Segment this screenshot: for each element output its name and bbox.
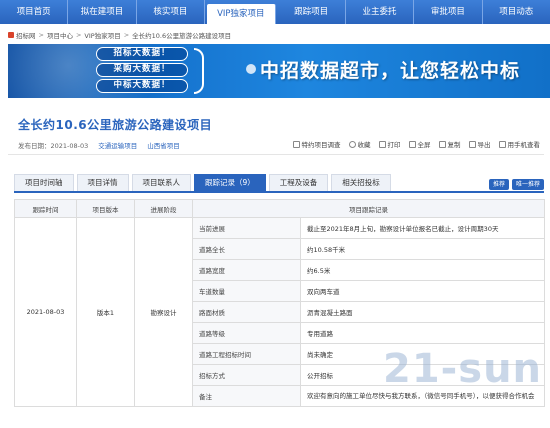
tab-contacts[interactable]: 项目联系人	[131, 174, 191, 191]
star-icon	[348, 140, 356, 148]
field-value: 欢迎有意向的施工单位尽快与我方联系，（微信号同手机号），以便获得合作机会	[300, 385, 545, 407]
unique-recommend-button[interactable]: 唯一推荐	[511, 179, 544, 190]
action-bar: 特约项目调查 收藏 打印 全屏 复制 导出 用手机查看	[292, 139, 541, 149]
breadcrumb-separator: >	[38, 31, 44, 39]
nav-item-tracking[interactable]: 跟踪项目	[278, 0, 346, 24]
phone-icon	[498, 140, 506, 148]
field-label: 道路全长	[192, 238, 301, 260]
action-label: 导出	[477, 141, 491, 149]
field-label: 道路等级	[192, 322, 301, 344]
banner-dot	[246, 64, 256, 74]
ad-banner[interactable]: 招标大数据！ 采购大数据！ 中标大数据！ 中招数据超市，让您轻松中标	[8, 44, 550, 98]
field-label: 道路工程招标时间	[192, 343, 301, 365]
breadcrumb-link-vip[interactable]: VIP独家项目	[84, 30, 120, 40]
field-value: 约10.58千米	[300, 238, 545, 260]
nav-item-vip[interactable]: VIP独家项目	[207, 4, 276, 24]
publish-date-value: 2021-08-03	[50, 142, 89, 150]
field-value: 公开招标	[300, 364, 545, 386]
breadcrumb: 招标网 > 项目中心 > VIP独家项目 > 全长约10.6公里旅游公路建设项目	[8, 30, 231, 40]
field-label: 备注	[192, 385, 301, 407]
field-value: 专用道路	[300, 322, 545, 344]
export-icon	[468, 140, 476, 148]
column-header: 跟踪时间	[14, 199, 77, 218]
column-header: 项目版本	[76, 199, 135, 218]
action-label: 打印	[387, 141, 401, 149]
tab-related-bids[interactable]: 相关招投标	[331, 174, 391, 191]
breadcrumb-current: 全长约10.6公里旅游公路建设项目	[132, 32, 232, 40]
tab-bar: 项目时间轴 项目详情 项目联系人 跟踪记录（9） 工程及设备 相关招投标	[14, 174, 544, 193]
print-icon	[378, 140, 386, 148]
stage-cell: 勘察设计	[134, 217, 193, 407]
favorite-button[interactable]: 收藏	[348, 139, 371, 149]
mobile-view-button[interactable]: 用手机查看	[498, 139, 541, 149]
tab-tracking-records[interactable]: 跟踪记录（9）	[194, 174, 266, 191]
nav-item-approval[interactable]: 审批项目	[414, 0, 483, 24]
tab-timeline[interactable]: 项目时间轴	[14, 174, 74, 191]
table-row: 2021-08-03 版本1 勘察设计 当前进展 截止至2021年8月上旬，勘察…	[14, 217, 545, 407]
banner-pill-stack: 招标大数据！ 采购大数据！ 中标大数据！	[96, 47, 188, 95]
survey-button[interactable]: 特约项目调查	[292, 139, 341, 149]
column-header: 进展阶段	[134, 199, 193, 218]
page: 项目首页 拟在建项目 核实项目 VIP独家项目 跟踪项目 业主委托 审批项目 项…	[0, 0, 550, 428]
action-label: 收藏	[357, 141, 371, 149]
action-label: 复制	[447, 141, 461, 149]
print-button[interactable]: 打印	[378, 139, 401, 149]
breadcrumb-separator: >	[75, 31, 82, 39]
field-label: 道路宽度	[192, 259, 301, 281]
copy-button[interactable]: 复制	[438, 139, 461, 149]
action-label: 全屏	[417, 141, 431, 149]
action-label: 特约项目调查	[301, 141, 341, 149]
banner-pill: 招标大数据！	[96, 47, 188, 61]
field-value: 双向两车道	[300, 280, 545, 302]
project-meta: 发布日期：2021-08-03 交通运输项目 山西省项目	[18, 140, 180, 150]
top-nav: 项目首页 拟在建项目 核实项目 VIP独家项目 跟踪项目 业主委托 审批项目 项…	[0, 0, 550, 24]
nav-item-news[interactable]: 项目动态	[483, 0, 550, 24]
tab-equipment[interactable]: 工程及设备	[268, 174, 329, 191]
recommend-button[interactable]: 推荐	[488, 179, 509, 190]
field-value: 截止至2021年8月上旬，勘察设计单位报名已截止，设计周期30天	[300, 217, 545, 239]
fullscreen-icon	[408, 140, 416, 148]
field-label: 车道数量	[192, 280, 301, 302]
field-value: 沥青混凝土路面	[300, 301, 545, 323]
survey-icon	[292, 140, 300, 148]
publish-label: 发布日期：	[18, 142, 51, 150]
region-link[interactable]: 山西省项目	[147, 140, 180, 150]
field-label: 招标方式	[192, 364, 301, 386]
field-label: 路面材质	[192, 301, 301, 323]
home-icon	[8, 32, 14, 38]
page-title: 全长约10.6公里旅游公路建设项目	[18, 118, 213, 132]
tracking-date-cell: 2021-08-03	[14, 217, 77, 407]
table-header-row: 跟踪时间 项目版本 进展阶段 项目跟踪记录	[14, 199, 545, 218]
banner-brace	[194, 48, 204, 94]
breadcrumb-separator: >	[123, 31, 130, 39]
nav-item-owner[interactable]: 业主委托	[346, 0, 415, 24]
action-label: 用手机查看	[507, 141, 541, 149]
publish-date: 发布日期：2021-08-03	[18, 140, 88, 150]
version-cell: 版本1	[76, 217, 135, 407]
copy-icon	[438, 140, 446, 148]
breadcrumb-link-center[interactable]: 项目中心	[47, 30, 73, 40]
banner-slogan: 中招数据超市，让您轻松中标	[260, 60, 521, 82]
banner-pill: 采购大数据！	[96, 63, 188, 77]
breadcrumb-link-site[interactable]: 招标网	[16, 30, 36, 40]
export-button[interactable]: 导出	[468, 139, 491, 149]
field-label: 当前进展	[192, 217, 301, 239]
field-value: 约6.5米	[300, 259, 545, 281]
banner-pill: 中标大数据！	[96, 79, 188, 93]
tracking-table: 跟踪时间 项目版本 进展阶段 项目跟踪记录 2021-08-03 版本1 勘察设…	[14, 199, 545, 407]
nav-item-home[interactable]: 项目首页	[0, 0, 69, 24]
tab-details[interactable]: 项目详情	[76, 174, 129, 191]
field-value: 尚未确定	[300, 343, 545, 365]
divider	[8, 154, 544, 155]
nav-item-planned[interactable]: 拟在建项目	[68, 0, 137, 24]
column-header: 项目跟踪记录	[192, 199, 545, 218]
tab-button-group: 推荐 唯一推荐	[488, 179, 544, 190]
fullscreen-button[interactable]: 全屏	[408, 139, 431, 149]
nav-item-verified[interactable]: 核实项目	[137, 0, 206, 24]
category-link[interactable]: 交通运输项目	[98, 140, 137, 150]
